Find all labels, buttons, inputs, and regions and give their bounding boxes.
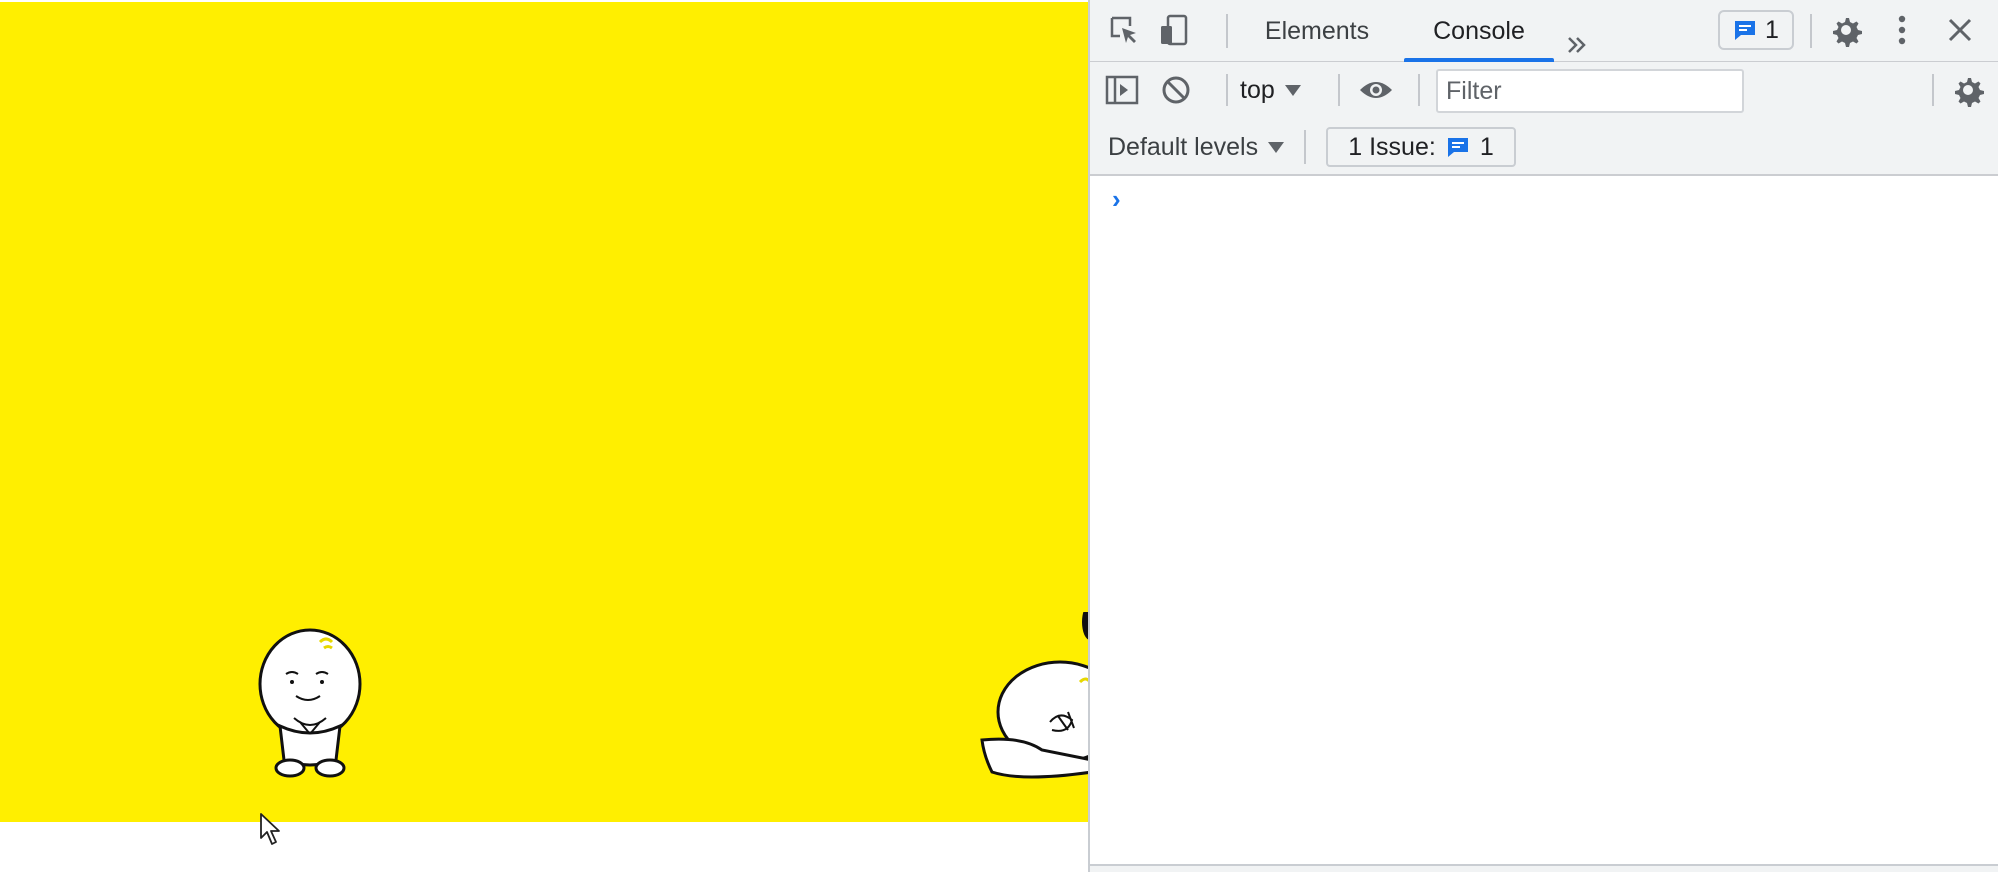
log-levels-bar: Default levels 1 Issue: 1 bbox=[1090, 118, 1998, 176]
toolbar-divider bbox=[1226, 74, 1228, 106]
yellow-stage bbox=[0, 2, 1088, 822]
context-selector[interactable]: top bbox=[1240, 72, 1301, 108]
issues-label: 1 Issue: bbox=[1348, 132, 1436, 161]
issues-count-button[interactable]: 1 Issue: 1 bbox=[1326, 127, 1516, 167]
console-settings-gear-icon[interactable] bbox=[1950, 72, 1986, 108]
devtools-tabbar: Elements Console 1 bbox=[1090, 0, 1998, 62]
context-selector-value: top bbox=[1240, 75, 1275, 104]
issues-count: 1 bbox=[1479, 132, 1494, 161]
toolbar-divider bbox=[1810, 14, 1812, 48]
more-options-kebab-icon[interactable] bbox=[1884, 12, 1920, 48]
live-expression-eye-icon[interactable] bbox=[1358, 72, 1394, 108]
console-output-area[interactable]: › bbox=[1090, 176, 1998, 864]
device-toolbar-icon[interactable] bbox=[1156, 12, 1192, 48]
default-levels-dropdown[interactable]: Default levels bbox=[1108, 130, 1285, 164]
chevron-down-icon bbox=[1268, 141, 1285, 153]
toolbar-divider bbox=[1338, 74, 1340, 106]
close-devtools-icon[interactable] bbox=[1942, 12, 1978, 48]
tab-elements[interactable]: Elements bbox=[1250, 0, 1384, 62]
inspect-element-icon[interactable] bbox=[1106, 12, 1142, 48]
toolbar-divider bbox=[1932, 74, 1934, 106]
devtools-bottom-border bbox=[1090, 864, 1998, 872]
console-prompt-chevron-icon: › bbox=[1112, 184, 1121, 214]
sidebar-toggle-icon[interactable] bbox=[1104, 72, 1140, 108]
console-filter-input[interactable] bbox=[1436, 69, 1744, 113]
console-toolbar: top bbox=[1090, 62, 1998, 118]
devtools-panel: Elements Console 1 top Filter Default le… bbox=[1088, 0, 1998, 872]
default-levels-label: Default levels bbox=[1108, 132, 1259, 161]
slug-character-sprite bbox=[980, 612, 1088, 779]
webpage-viewport bbox=[0, 0, 1088, 872]
chevron-down-icon bbox=[1284, 84, 1301, 96]
message-icon bbox=[1447, 138, 1468, 157]
tab-console[interactable]: Console bbox=[1404, 0, 1554, 62]
issues-badge-count: 1 bbox=[1765, 15, 1779, 44]
toolbar-divider bbox=[1226, 14, 1228, 48]
standing-character-sprite bbox=[258, 628, 362, 778]
message-icon bbox=[1735, 21, 1756, 40]
mouse-cursor-icon bbox=[260, 813, 280, 845]
settings-gear-icon[interactable] bbox=[1828, 12, 1864, 48]
issues-badge-button[interactable]: 1 bbox=[1718, 10, 1794, 50]
toolbar-divider bbox=[1304, 130, 1306, 164]
clear-console-icon[interactable] bbox=[1158, 72, 1194, 108]
toolbar-divider bbox=[1418, 74, 1420, 106]
